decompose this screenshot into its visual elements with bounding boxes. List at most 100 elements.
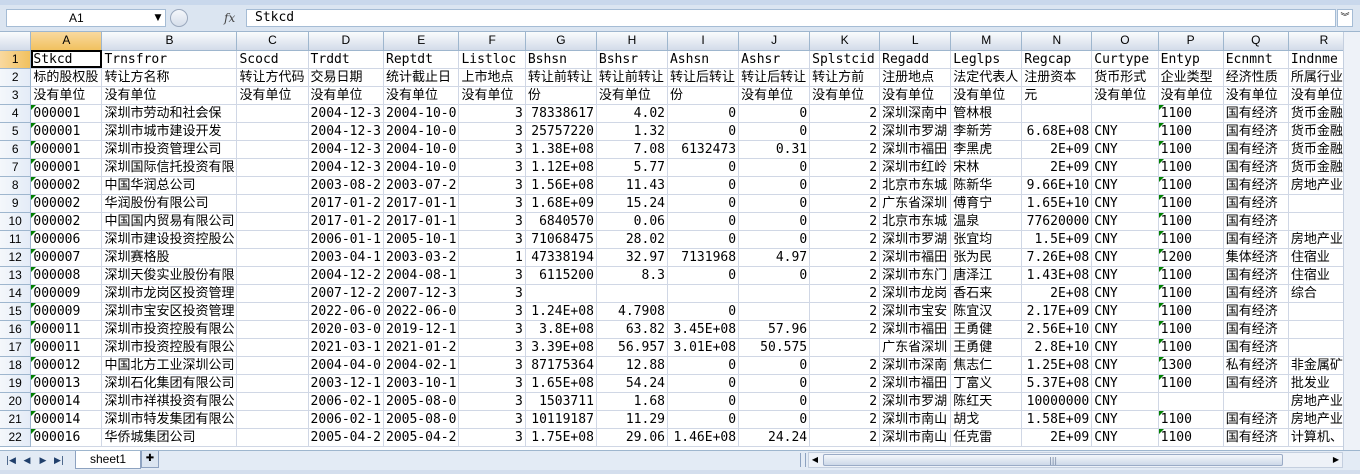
cell-N2[interactable]: 注册资本: [1021, 68, 1093, 87]
cell-P16[interactable]: 1100: [1158, 320, 1224, 339]
cell-F6[interactable]: 3: [458, 140, 526, 159]
column-header-L[interactable]: L: [879, 32, 952, 51]
cell-L8[interactable]: 北京市东城: [879, 176, 952, 195]
cell-L4[interactable]: 深圳深南中: [879, 104, 952, 123]
cell-G22[interactable]: 1.75E+08: [525, 428, 597, 447]
row-header[interactable]: 12: [0, 248, 32, 267]
cell-Q6[interactable]: 国有经济: [1223, 140, 1289, 159]
cell-E8[interactable]: 2003-07-2: [383, 176, 460, 195]
cell-L14[interactable]: 深圳市龙岗: [879, 284, 952, 303]
cell-E17[interactable]: 2021-01-2: [383, 338, 460, 357]
cell-G14[interactable]: [525, 284, 597, 303]
cell-F12[interactable]: 1: [458, 248, 526, 267]
row-header[interactable]: 5: [0, 122, 32, 141]
cell-Q3[interactable]: 没有单位: [1223, 86, 1289, 105]
cell-A9[interactable]: 000002: [30, 194, 103, 213]
cell-G2[interactable]: 转让前转让: [525, 68, 597, 87]
cell-F13[interactable]: 3: [458, 266, 526, 285]
cell-D2[interactable]: 交易日期: [308, 68, 385, 87]
formula-input[interactable]: Stkcd: [246, 9, 1336, 27]
cell-N9[interactable]: 1.65E+10: [1021, 194, 1093, 213]
cell-G1[interactable]: Bshsn: [525, 50, 597, 69]
cell-J13[interactable]: 0: [738, 266, 811, 285]
cell-D8[interactable]: 2003-08-2: [308, 176, 385, 195]
cell-J2[interactable]: 转让后转让: [738, 68, 811, 87]
cell-P10[interactable]: 1100: [1158, 212, 1224, 231]
cell-C3[interactable]: 没有单位: [236, 86, 309, 105]
cell-Q2[interactable]: 经济性质: [1223, 68, 1289, 87]
spreadsheet-grid[interactable]: ABCDEFGHIJKLMNOPQR 1 Stkcd Trnsfror Scocd Tr…: [0, 32, 1360, 450]
cell-P13[interactable]: 1100: [1158, 266, 1224, 285]
cell-B15[interactable]: 深圳市宝安区投资管理: [101, 302, 238, 321]
cell-B1[interactable]: Trnsfror: [101, 50, 238, 69]
cell-G16[interactable]: 3.8E+08: [525, 320, 597, 339]
cell-L2[interactable]: 注册地点: [879, 68, 952, 87]
cell-G8[interactable]: 1.56E+08: [525, 176, 597, 195]
row-header[interactable]: 3: [0, 86, 32, 105]
cell-H4[interactable]: 4.02: [596, 104, 668, 123]
cell-O14[interactable]: CNY: [1091, 284, 1159, 303]
cell-P5[interactable]: 1100: [1158, 122, 1224, 141]
cell-K22[interactable]: 2: [809, 428, 881, 447]
cell-J14[interactable]: [738, 284, 811, 303]
cell-I14[interactable]: [667, 284, 740, 303]
column-header-A[interactable]: A: [30, 32, 103, 51]
cell-Q14[interactable]: 国有经济: [1223, 284, 1289, 303]
cell-F8[interactable]: 3: [458, 176, 526, 195]
cell-M17[interactable]: 王勇健: [950, 338, 1023, 357]
cell-N20[interactable]: 10000000: [1021, 392, 1093, 411]
cell-L12[interactable]: 深圳市福田: [879, 248, 952, 267]
cell-O10[interactable]: CNY: [1091, 212, 1159, 231]
cell-N16[interactable]: 2.56E+10: [1021, 320, 1093, 339]
cell-N15[interactable]: 2.17E+09: [1021, 302, 1093, 321]
cell-K3[interactable]: 没有单位: [809, 86, 881, 105]
cell-G15[interactable]: 1.24E+08: [525, 302, 597, 321]
cell-P7[interactable]: 1100: [1158, 158, 1224, 177]
row-header[interactable]: 18: [0, 356, 32, 375]
cell-Q16[interactable]: 国有经济: [1223, 320, 1289, 339]
cell-A14[interactable]: 000009: [30, 284, 103, 303]
cell-A15[interactable]: 000009: [30, 302, 103, 321]
column-header-Q[interactable]: Q: [1223, 32, 1289, 51]
cell-J21[interactable]: 0: [738, 410, 811, 429]
cell-B13[interactable]: 深圳天俊实业股份有限: [101, 266, 238, 285]
cell-P1[interactable]: Entyp: [1158, 50, 1224, 69]
cell-J16[interactable]: 57.96: [738, 320, 811, 339]
cell-C9[interactable]: [236, 194, 309, 213]
cell-F4[interactable]: 3: [458, 104, 526, 123]
row-header[interactable]: 11: [0, 230, 32, 249]
cell-H16[interactable]: 63.82: [596, 320, 668, 339]
cell-I6[interactable]: 6132473: [667, 140, 740, 159]
cell-L16[interactable]: 深圳市福田: [879, 320, 952, 339]
cell-Q7[interactable]: 国有经济: [1223, 158, 1289, 177]
cell-J20[interactable]: 0: [738, 392, 811, 411]
column-header-D[interactable]: D: [308, 32, 385, 51]
cell-Q8[interactable]: 国有经济: [1223, 176, 1289, 195]
cell-Q19[interactable]: 国有经济: [1223, 374, 1289, 393]
cell-Q18[interactable]: 私有经济: [1223, 356, 1289, 375]
cell-N7[interactable]: 2E+09: [1021, 158, 1093, 177]
cell-M9[interactable]: 傅育宁: [950, 194, 1023, 213]
cell-C8[interactable]: [236, 176, 309, 195]
cell-C22[interactable]: [236, 428, 309, 447]
cell-K12[interactable]: 2: [809, 248, 881, 267]
cell-D1[interactable]: Trddt: [308, 50, 385, 69]
cell-M10[interactable]: 温泉: [950, 212, 1023, 231]
cell-P12[interactable]: 1200: [1158, 248, 1224, 267]
cell-D19[interactable]: 2003-12-1: [308, 374, 385, 393]
cell-J15[interactable]: [738, 302, 811, 321]
cell-F14[interactable]: 3: [458, 284, 526, 303]
cell-Q10[interactable]: 国有经济: [1223, 212, 1289, 231]
column-header-K[interactable]: K: [809, 32, 881, 51]
cell-C15[interactable]: [236, 302, 309, 321]
cell-O11[interactable]: CNY: [1091, 230, 1159, 249]
cell-N3[interactable]: 元: [1021, 86, 1093, 105]
cell-E22[interactable]: 2005-04-2: [383, 428, 460, 447]
cell-I21[interactable]: 0: [667, 410, 740, 429]
cell-O12[interactable]: CNY: [1091, 248, 1159, 267]
cell-F18[interactable]: 3: [458, 356, 526, 375]
cell-B10[interactable]: 中国国内贸易有限公司: [101, 212, 238, 231]
cell-N14[interactable]: 2E+08: [1021, 284, 1093, 303]
row-header[interactable]: 6: [0, 140, 32, 159]
cell-B20[interactable]: 深圳市祥祺投资有限公: [101, 392, 238, 411]
